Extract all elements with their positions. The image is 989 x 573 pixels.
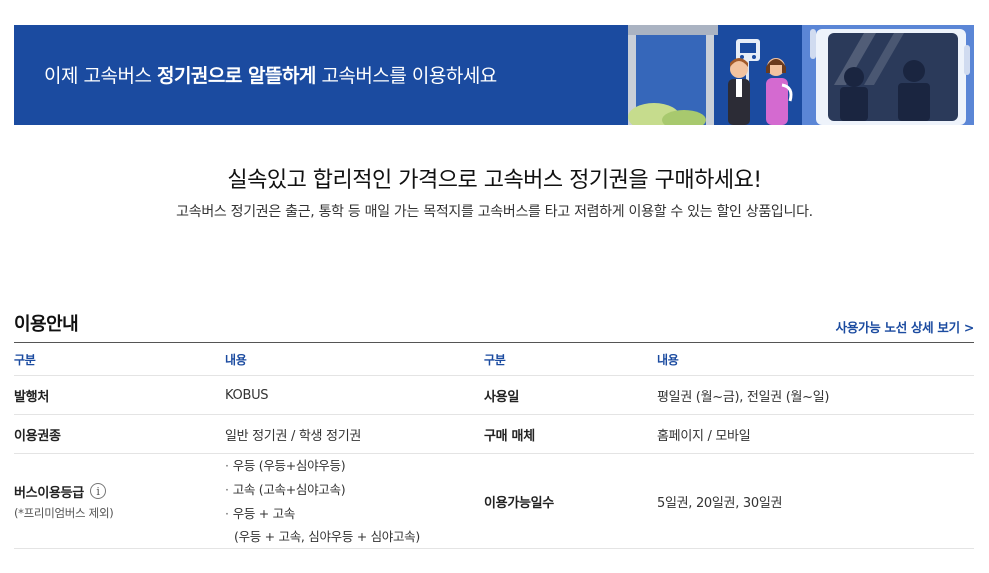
header-category-1: 구분	[14, 352, 36, 367]
bus-grade-value: · 우등 (우등+심야우등) · 고속 (고속+심야고속) · 우등 + 고속 (우등 …	[225, 454, 484, 549]
header-content-1: 내용	[225, 352, 247, 367]
available-days-value: 5일권, 20일권, 30일권	[657, 495, 783, 511]
page-description: 고속버스 정기권은 출근, 통학 등 매일 가는 목적지를 고속버스를 타고 저…	[176, 204, 813, 220]
table-header-row: 구분 내용 구분 내용	[14, 342, 974, 376]
header-category-2: 구분	[484, 352, 506, 367]
ticket-type-label: 이용권종	[14, 428, 61, 444]
list-item: · 우등 + 고속 (우등 + 고속, 심야우등 + 심야고속)	[225, 502, 484, 548]
usage-day-value: 평일권 (월~금), 전일권 (월~일)	[657, 389, 830, 405]
banner-text: 이제 고속버스 정기권으로 알뜰하게 고속버스를 이용하세요	[44, 65, 497, 87]
route-detail-link-label: 사용가능 노선 상세 보기	[835, 320, 960, 335]
issuer-value: KOBUS	[225, 387, 269, 403]
grade-3-detail: (우등 + 고속, 심야우등 + 심야고속)	[234, 529, 420, 544]
list-item: · 우등 (우등+심야우등)	[225, 458, 346, 473]
issuer-label: 발행처	[14, 389, 49, 405]
table-row: 이용권종 일반 정기권 / 학생 정기권 구매 매체 홈페이지 / 모바일	[14, 415, 974, 454]
usage-guide-table: 구분 내용 구분 내용 발행처 KOBUS 사용일 평일권 (월~금), 전일권…	[14, 342, 974, 549]
usage-day-label: 사용일	[484, 389, 519, 405]
ticket-type-value: 일반 정기권 / 학생 정기권	[225, 428, 362, 444]
section-title: 이용안내	[14, 314, 79, 335]
info-icon[interactable]: i	[89, 483, 106, 499]
table-row: 발행처 KOBUS 사용일 평일권 (월~금), 전일권 (월~일)	[14, 376, 974, 415]
list-item: · 고속 (고속+심야고속)	[225, 482, 346, 497]
purchase-media-value: 홈페이지 / 모바일	[657, 428, 751, 444]
bus-grade-label: 버스이용등급	[14, 485, 84, 501]
header-content-2: 내용	[657, 352, 679, 367]
route-detail-link[interactable]: 사용가능 노선 상세 보기 >	[835, 317, 975, 336]
promo-banner: 이제 고속버스 정기권으로 알뜰하게 고속버스를 이용하세요	[14, 25, 974, 125]
grade-list: · 우등 (우등+심야우등) · 고속 (고속+심야고속) · 우등 + 고속 (우등 …	[225, 454, 484, 548]
purchase-media-label: 구매 매체	[484, 428, 535, 444]
table-row: 버스이용등급 i (*프리미엄버스 제외) · 우등 (우등+심야우등) · 고속 …	[14, 454, 974, 549]
page-headline: 실속있고 합리적인 가격으로 고속버스 정기권을 구매하세요!	[227, 168, 762, 193]
chevron-right-icon: >	[963, 320, 974, 335]
available-days-label: 이용가능일수	[484, 495, 554, 511]
bus-stop-illustration	[624, 25, 974, 125]
premium-exclusion-note: (*프리미엄버스 제외)	[14, 505, 114, 520]
bus-grade-cell: 버스이용등급 i (*프리미엄버스 제외)	[14, 454, 225, 549]
bus-grade-label-wrap: 버스이용등급 i	[14, 482, 106, 501]
